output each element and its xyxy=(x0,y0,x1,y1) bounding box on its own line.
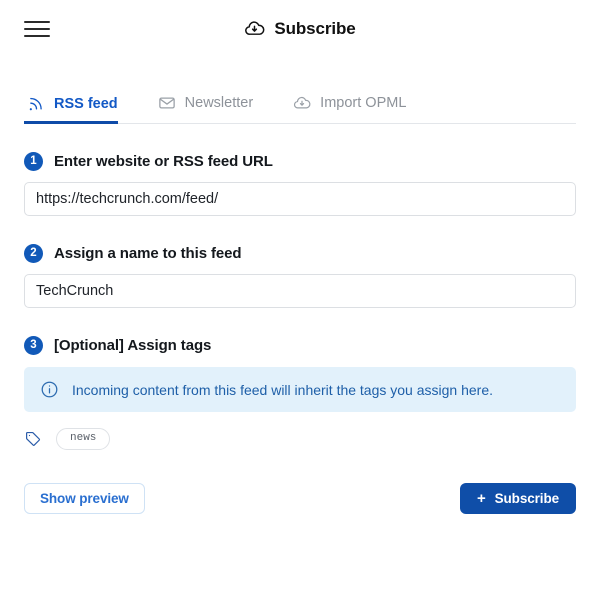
hamburger-line xyxy=(24,20,50,23)
page-title: Subscribe xyxy=(274,18,356,38)
show-preview-button[interactable]: Show preview xyxy=(24,483,145,514)
info-banner-text: Incoming content from this feed will inh… xyxy=(72,381,493,398)
subscribe-page: Subscribe RSS feed Newsletter Import OPM… xyxy=(0,0,600,600)
rss-icon xyxy=(28,95,45,112)
tab-list: RSS feed Newsletter Import OPML xyxy=(24,94,576,124)
step-badge: 1 xyxy=(24,152,43,171)
step-badge: 3 xyxy=(24,336,43,355)
subscribe-button-label: Subscribe xyxy=(494,491,559,506)
tag-icon[interactable] xyxy=(24,430,42,448)
feed-name-input[interactable] xyxy=(24,274,576,308)
hamburger-line xyxy=(24,34,50,37)
tabs-container: RSS feed Newsletter Import OPML xyxy=(0,94,600,124)
form-actions: Show preview + Subscribe xyxy=(24,483,576,514)
app-header: Subscribe xyxy=(0,0,600,57)
tab-newsletter[interactable]: Newsletter xyxy=(136,94,272,123)
hamburger-line xyxy=(24,27,50,30)
tag-chip[interactable]: news xyxy=(56,428,111,450)
tag-row: news xyxy=(24,428,576,450)
tab-label: Newsletter xyxy=(184,95,254,111)
plus-icon: + xyxy=(476,490,486,507)
subscribe-button[interactable]: + Subscribe xyxy=(459,483,576,514)
tab-import-opml[interactable]: Import OPML xyxy=(271,94,424,123)
tab-label: Import OPML xyxy=(320,95,407,111)
tags-info-banner: Incoming content from this feed will inh… xyxy=(24,367,576,412)
info-circle-icon xyxy=(40,380,59,399)
step-3-header: 3 [Optional] Assign tags xyxy=(24,336,576,355)
cloud-download-icon xyxy=(293,94,311,112)
cloud-download-icon xyxy=(244,18,265,39)
step-1-header: 1 Enter website or RSS feed URL xyxy=(24,152,576,171)
subscribe-form: 1 Enter website or RSS feed URL 2 Assign… xyxy=(0,152,600,514)
step-2-header: 2 Assign a name to this feed xyxy=(24,244,576,263)
feed-url-input[interactable] xyxy=(24,182,576,216)
step-1-title: Enter website or RSS feed URL xyxy=(54,153,273,170)
step-2-title: Assign a name to this feed xyxy=(54,245,242,262)
header-title-group: Subscribe xyxy=(0,0,600,57)
envelope-icon xyxy=(158,94,176,112)
step-badge: 2 xyxy=(24,244,43,263)
step-3-title: [Optional] Assign tags xyxy=(54,337,212,354)
hamburger-menu-icon[interactable] xyxy=(24,19,50,39)
tab-label: RSS feed xyxy=(54,95,118,112)
tab-rss-feed[interactable]: RSS feed xyxy=(24,95,136,124)
